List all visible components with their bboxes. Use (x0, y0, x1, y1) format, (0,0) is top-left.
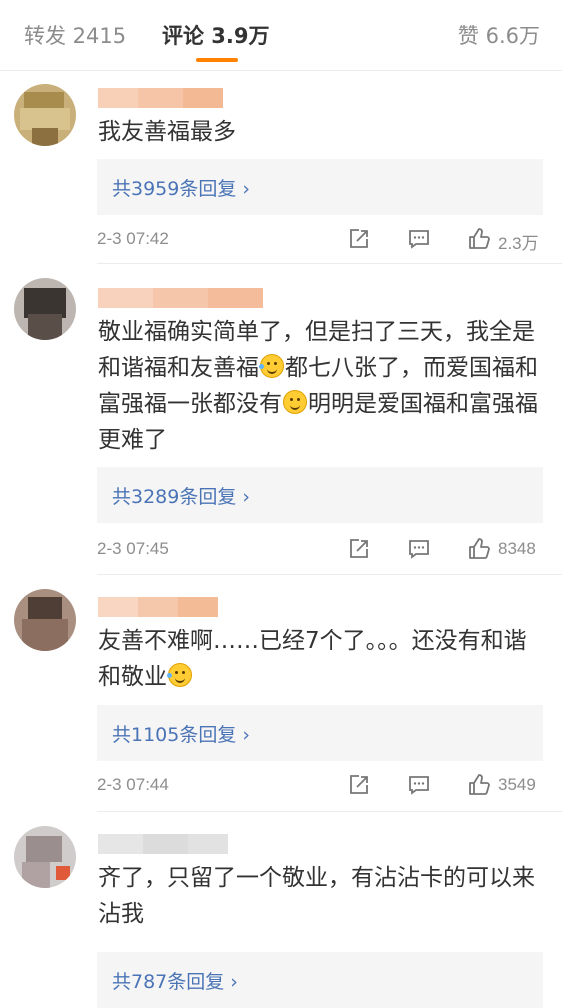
divider (97, 811, 562, 812)
comment-text-part: 我友善福最多 (98, 119, 236, 145)
comment-icon[interactable] (407, 773, 431, 797)
thumbs-up-icon[interactable] (467, 537, 491, 561)
reply-summary[interactable]: 共3959条回复 › (97, 159, 543, 215)
comment-text: 我友善福最多 (98, 114, 548, 150)
username-blurred[interactable] (98, 88, 223, 108)
tab-like[interactable]: 赞 6.6万 (458, 20, 540, 50)
timestamp: 2-3 07:45 (97, 539, 169, 558)
comment-meta: 2-3 07:42 2.3万 (97, 227, 543, 253)
laugh-cry-emoji (259, 354, 284, 378)
reply-summary[interactable]: 共3289条回复 › (97, 467, 543, 523)
comment-text: 友善不难啊……已经7个了。。。还没有和谐和敬业 (98, 623, 548, 695)
divider (97, 263, 562, 264)
comment-text: 敬业福确实简单了，但是扫了三天，我全是和谐福和友善福 都七八张了，而爱国福和富强福… (98, 314, 548, 458)
smile-emoji (283, 390, 307, 414)
avatar[interactable] (14, 589, 76, 651)
comment-meta: 2-3 07:45 8348 (97, 537, 543, 563)
reply-count-link[interactable]: 共1105条回复 › (112, 720, 250, 747)
comment-meta: 2-3 07:44 3549 (97, 773, 543, 799)
tab-comment[interactable]: 评论 3.9万 (162, 20, 270, 50)
divider (97, 574, 562, 575)
share-icon[interactable] (347, 227, 371, 251)
avatar[interactable] (14, 278, 76, 340)
thumbs-up-icon[interactable] (467, 773, 491, 797)
timestamp: 2-3 07:44 (97, 775, 169, 794)
share-icon[interactable] (347, 537, 371, 561)
username-blurred[interactable] (98, 597, 218, 617)
like-count: 8348 (498, 539, 536, 558)
share-icon[interactable] (347, 773, 371, 797)
thumbs-up-icon[interactable] (467, 227, 491, 251)
like-count: 3549 (498, 775, 536, 794)
username-blurred[interactable] (98, 834, 228, 854)
comment-tabs: 转发 2415 评论 3.9万 赞 6.6万 (0, 0, 562, 71)
comment-text-part: 友善不难啊……已经7个了。。。还没有和谐和敬业 (98, 628, 527, 690)
reply-count-link[interactable]: 共3289条回复 › (112, 482, 250, 509)
comment-icon[interactable] (407, 537, 431, 561)
reply-count-link[interactable]: 共787条回复 › (112, 967, 238, 994)
active-tab-indicator (196, 58, 238, 62)
comment-text: 齐了，只留了一个敬业，有沾沾卡的可以来沾我 (98, 860, 548, 932)
avatar[interactable] (14, 84, 76, 146)
like-count: 2.3万 (498, 234, 539, 253)
reply-summary[interactable]: 共1105条回复 › (97, 705, 543, 761)
comment-icon[interactable] (407, 227, 431, 251)
tab-repost[interactable]: 转发 2415 (24, 20, 126, 50)
timestamp: 2-3 07:42 (97, 229, 169, 248)
laugh-cry-emoji (167, 663, 192, 687)
reply-count-link[interactable]: 共3959条回复 › (112, 174, 250, 201)
comment-text-part: 齐了，只留了一个敬业，有沾沾卡的可以来沾我 (98, 865, 535, 927)
avatar[interactable] (14, 826, 76, 888)
username-blurred[interactable] (98, 288, 263, 308)
